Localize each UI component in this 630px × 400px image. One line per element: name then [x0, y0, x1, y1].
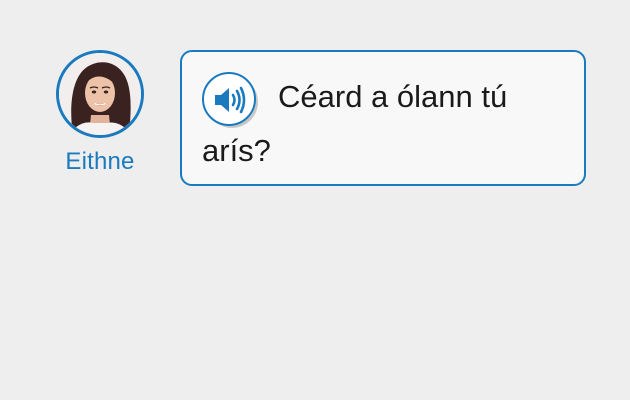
message-text: Céard a ólann tú arís? — [202, 79, 508, 168]
avatar — [56, 50, 144, 138]
speech-bubble: Céard a ólann tú arís? — [180, 50, 586, 186]
speaker-name: Eithne — [65, 148, 135, 175]
woman-portrait-avatar-icon — [59, 53, 141, 135]
